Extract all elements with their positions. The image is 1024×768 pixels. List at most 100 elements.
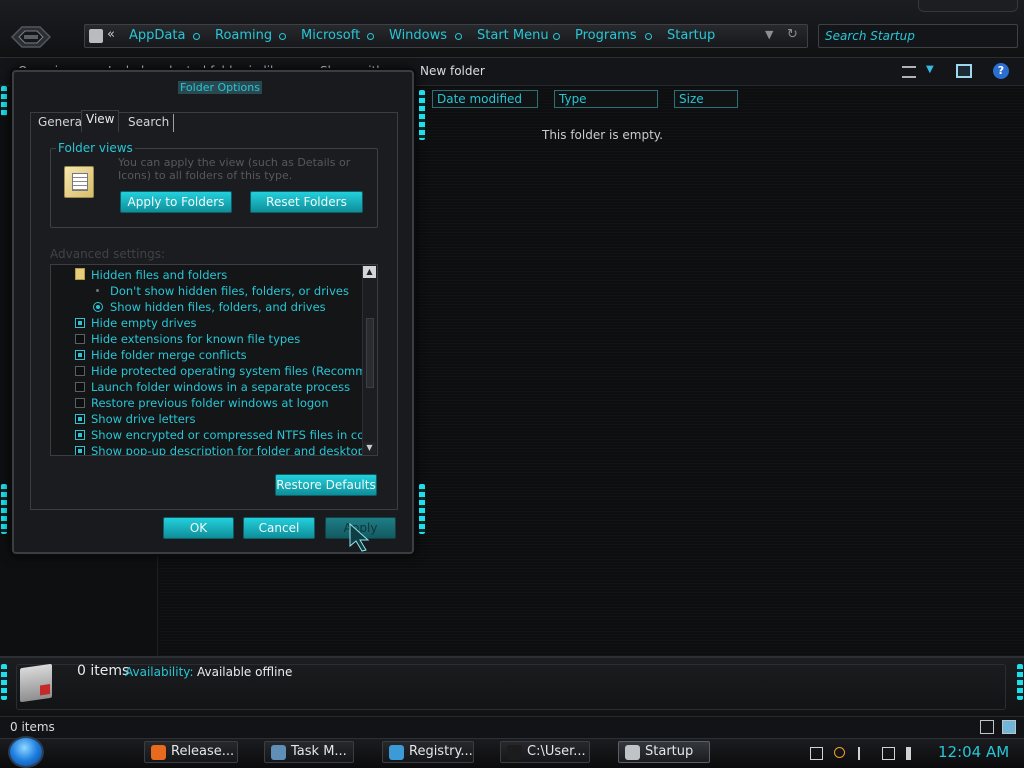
advanced-settings-list[interactable]: Hidden files and folders Don't show hidde…: [50, 264, 378, 456]
checkbox[interactable]: [75, 350, 85, 360]
breadcrumb-separator-icon[interactable]: [455, 33, 462, 40]
checkbox[interactable]: [75, 334, 85, 344]
left-bracket-icon: [1, 484, 7, 534]
taskbar-button-label: Release...: [171, 744, 235, 759]
checkbox[interactable]: [75, 446, 85, 455]
advanced-setting-row[interactable]: Show encrypted or compressed NTFS files …: [51, 427, 377, 443]
breadcrumb-separator-icon[interactable]: [553, 33, 560, 40]
breadcrumb-startup[interactable]: Startup: [667, 28, 715, 43]
advanced-setting-row[interactable]: Restore previous folder windows at logon: [51, 395, 369, 411]
column-header-type[interactable]: Type: [554, 90, 658, 108]
address-overflow-chevrons[interactable]: «: [107, 27, 115, 42]
taskbar-button-label: Registry...: [409, 744, 473, 759]
network-icon[interactable]: [882, 747, 895, 760]
breadcrumb-appdata[interactable]: AppData: [129, 28, 185, 43]
advanced-setting-row[interactable]: Hide folder merge conflicts: [51, 347, 369, 363]
breadcrumb-separator-icon[interactable]: [193, 33, 200, 40]
taskbar-button-label: Startup: [645, 744, 694, 759]
empty-folder-message: This folder is empty.: [542, 128, 663, 142]
advanced-setting-row[interactable]: Hide extensions for known file types: [51, 331, 369, 347]
status-item-count: 0 items: [10, 720, 55, 734]
folder-views-description: You can apply the view (such as Details …: [118, 156, 351, 182]
refresh-icon[interactable]: ↻: [787, 27, 798, 42]
checkbox[interactable]: [75, 382, 85, 392]
availability-value: Available offline: [197, 665, 293, 679]
advanced-setting-row[interactable]: Hide empty drives: [51, 315, 369, 331]
details-item-count: 0 items: [77, 663, 130, 679]
breadcrumb-microsoft[interactable]: Microsoft: [301, 28, 360, 43]
reset-folders-button[interactable]: Reset Folders: [250, 191, 363, 213]
column-header-size[interactable]: Size: [674, 90, 738, 108]
left-bracket-icon: [1, 86, 7, 116]
breadcrumb-separator-icon[interactable]: [645, 33, 652, 40]
large-icons-view-icon[interactable]: [1002, 720, 1016, 734]
folder-icon: [625, 745, 640, 760]
advanced-setting-label: Hidden files and folders: [91, 268, 228, 282]
new-folder-button[interactable]: New folder: [420, 64, 485, 78]
advanced-setting-label: Hide protected operating system files (R…: [91, 364, 378, 378]
help-icon[interactable]: ?: [993, 63, 1009, 79]
preview-pane-icon[interactable]: [956, 64, 972, 78]
column-header-date-modified[interactable]: Date modified: [432, 90, 538, 108]
breadcrumb-separator-icon[interactable]: [367, 33, 374, 40]
taskbar-clock[interactable]: 12:04 AM: [938, 743, 1009, 761]
view-options-chevron-down-icon[interactable]: ▼: [926, 64, 934, 75]
chevron-down-icon[interactable]: ▼: [765, 28, 773, 41]
checkbox[interactable]: [75, 366, 85, 376]
taskbar-button[interactable]: Release...: [144, 741, 238, 763]
cmd-icon: [507, 745, 522, 760]
advanced-setting-row[interactable]: Don't show hidden files, folders, or dri…: [51, 283, 369, 299]
back-forward-emblem-icon[interactable]: [10, 22, 52, 52]
taskbar-button[interactable]: C:\User...: [500, 741, 590, 763]
dialog-right-bracket-icon: [419, 90, 425, 140]
scroll-down-icon[interactable]: ▼: [363, 442, 376, 454]
action-center-flag-icon[interactable]: [858, 747, 871, 760]
search-input[interactable]: [819, 25, 1017, 47]
availability-label: Availability:: [125, 665, 194, 679]
advanced-setting-row[interactable]: Show pop-up description for folder and d…: [51, 443, 377, 455]
scroll-up-icon[interactable]: ▲: [363, 266, 376, 278]
change-view-icon[interactable]: [902, 66, 916, 78]
dialog-title: Folder Options: [178, 81, 262, 94]
startup-folder-icon: [20, 663, 52, 703]
address-bar[interactable]: « AppData Roaming Microsoft Windows Star…: [84, 24, 808, 48]
scroll-thumb[interactable]: [366, 318, 374, 388]
restore-defaults-button[interactable]: Restore Defaults: [275, 474, 377, 496]
advanced-setting-row[interactable]: Launch folder windows in a separate proc…: [51, 379, 369, 395]
advanced-setting-row[interactable]: Show drive letters: [51, 411, 369, 427]
breadcrumb-programs[interactable]: Programs: [575, 28, 637, 43]
taskbar-button[interactable]: Registry...: [382, 741, 474, 763]
window-controls-tab[interactable]: [918, 0, 1018, 12]
volume-icon[interactable]: [906, 747, 914, 760]
radio-button[interactable]: [93, 302, 103, 312]
tab-view[interactable]: View: [81, 110, 120, 132]
advanced-setting-row[interactable]: Show hidden files, folders, and drives: [51, 299, 369, 315]
apply-to-folders-button[interactable]: Apply to Folders: [120, 191, 232, 213]
details-view-icon[interactable]: [980, 720, 994, 734]
search-box[interactable]: [818, 24, 1018, 48]
folder-icon: [75, 268, 85, 280]
breadcrumb-separator-icon[interactable]: [279, 33, 286, 40]
ok-button[interactable]: OK: [163, 517, 234, 539]
advanced-setting-row: Hidden files and folders: [51, 267, 369, 283]
right-bracket-icon: [1017, 664, 1023, 700]
checkbox[interactable]: [75, 414, 85, 424]
cancel-button[interactable]: Cancel: [243, 517, 315, 539]
advanced-setting-label: Show drive letters: [91, 412, 196, 426]
radio-button[interactable]: [93, 286, 103, 296]
advanced-setting-label: Show encrypted or compressed NTFS files …: [91, 428, 378, 442]
advanced-setting-label: Hide folder merge conflicts: [91, 348, 247, 362]
breadcrumb-windows[interactable]: Windows: [389, 28, 447, 43]
search-icon[interactable]: [834, 747, 845, 758]
checkbox[interactable]: [75, 430, 85, 440]
breadcrumb-start-menu[interactable]: Start Menu: [477, 28, 549, 43]
checkbox[interactable]: [75, 318, 85, 328]
tab-search[interactable]: Search: [124, 114, 175, 132]
taskbar-button[interactable]: Startup: [618, 741, 710, 763]
breadcrumb-roaming[interactable]: Roaming: [215, 28, 272, 43]
start-button[interactable]: [8, 736, 44, 768]
advanced-setting-row[interactable]: Hide protected operating system files (R…: [51, 363, 377, 379]
taskbar-button[interactable]: Task M...: [264, 741, 354, 763]
checkbox[interactable]: [75, 398, 85, 408]
show-desktop-icon[interactable]: [810, 747, 823, 760]
